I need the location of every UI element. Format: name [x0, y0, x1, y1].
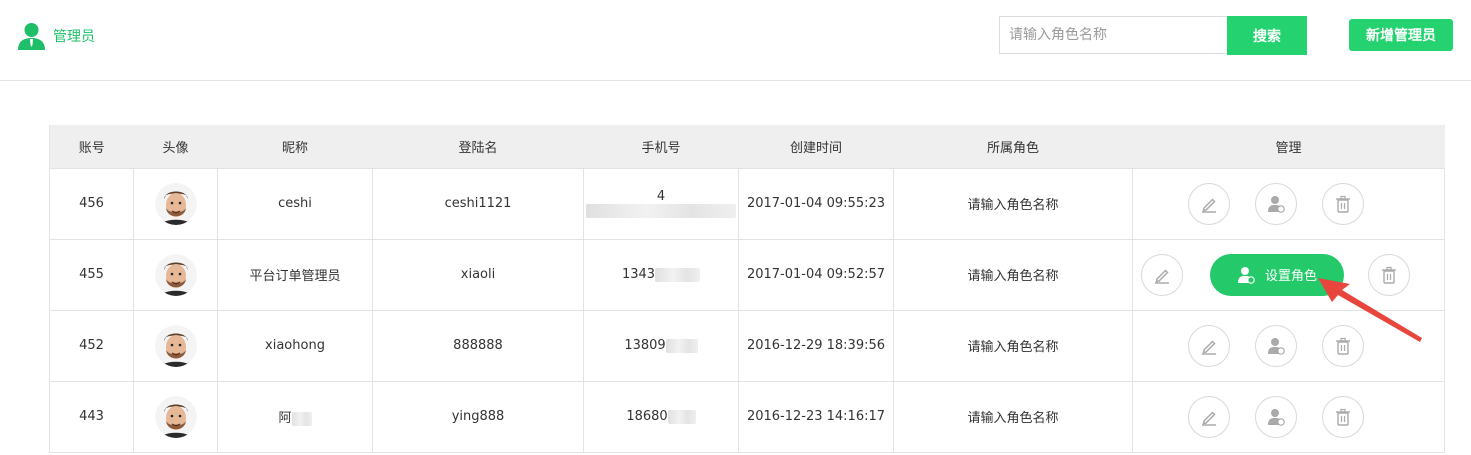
col-header-phone: 手机号	[583, 125, 739, 169]
page-title: 管理员	[53, 29, 95, 45]
col-header-created: 创建时间	[738, 125, 894, 169]
add-admin-button[interactable]: 新增管理员	[1349, 19, 1453, 51]
nickname-text: ceshi	[278, 196, 312, 211]
col-header-role: 所属角色	[893, 125, 1133, 169]
cell-avatar	[133, 238, 218, 311]
assign-role-button[interactable]	[1255, 324, 1297, 367]
nickname-text: 平台订单管理员	[249, 269, 341, 284]
cell-nickname: 平台订单管理员	[217, 238, 373, 311]
nickname-text: 阿	[278, 411, 292, 426]
top-bar: 管理员 搜索 新增管理员	[0, 0, 1471, 81]
redacted-mask	[291, 411, 312, 426]
redacted-mask	[667, 409, 696, 424]
cell-role: 请输入角色名称	[893, 167, 1133, 240]
nickname-text: xiaohong	[265, 338, 325, 353]
edit-button[interactable]	[1188, 182, 1230, 225]
table-row: 452 xiaohong 888888 13809 2016-12-29 18:…	[49, 309, 1445, 382]
cell-login: xiaoli	[372, 238, 584, 311]
table-row: 456 ceshi ceshi1121 4 2017-01-04 09:55:2…	[49, 167, 1445, 240]
cell-nickname: 阿	[217, 380, 373, 453]
cell-phone: 13809	[583, 309, 739, 382]
col-header-login: 登陆名	[372, 125, 584, 169]
cell-nickname: xiaohong	[217, 309, 373, 382]
table-row: 443 阿 ying888 18680 2016-12-23 14:16:17 …	[49, 380, 1445, 453]
col-header-manage: 管理	[1132, 125, 1445, 169]
cell-created: 2017-01-04 09:52:57	[738, 238, 894, 311]
phone-text: 1343	[621, 267, 656, 282]
table-header: 账号 头像 昵称 登陆名 手机号 创建时间 所属角色 管理	[49, 125, 1445, 169]
avatar	[154, 324, 197, 367]
redacted-mask	[655, 267, 701, 282]
cell-phone: 1343	[583, 238, 739, 311]
cell-avatar	[133, 309, 218, 382]
assign-role-button[interactable]	[1255, 182, 1297, 225]
col-header-account: 账号	[49, 125, 134, 169]
brand: 管理员	[18, 22, 95, 50]
cell-phone: 4	[583, 167, 739, 240]
trash-icon	[1336, 195, 1350, 213]
assign-role-icon	[1268, 195, 1285, 213]
search-button[interactable]: 搜索	[1227, 16, 1307, 55]
cell-account: 456	[49, 167, 134, 240]
cell-manage	[1132, 167, 1445, 240]
avatar	[154, 182, 197, 225]
cell-login: ceshi1121	[372, 167, 584, 240]
phone-text: 18680	[626, 409, 668, 424]
cell-created: 2016-12-29 18:39:56	[738, 309, 894, 382]
col-header-nickname: 昵称	[217, 125, 373, 169]
cell-avatar	[133, 167, 218, 240]
avatar	[154, 253, 197, 296]
edit-button[interactable]	[1188, 324, 1230, 367]
assign-role-icon	[1237, 266, 1255, 284]
cell-account: 455	[49, 238, 134, 311]
cell-phone: 18680	[583, 380, 739, 453]
cell-created: 2016-12-23 14:16:17	[738, 380, 894, 453]
assign-role-icon	[1268, 337, 1285, 355]
assign-role-icon	[1268, 408, 1285, 426]
redacted-mask	[665, 338, 698, 353]
edit-button[interactable]	[1188, 395, 1230, 438]
admin-table: 账号 头像 昵称 登陆名 手机号 创建时间 所属角色 管理 456 ceshi …	[49, 125, 1445, 453]
cell-login: ying888	[372, 380, 584, 453]
cell-login: 888888	[372, 309, 584, 382]
edit-icon	[1202, 410, 1216, 426]
assign-role-button[interactable]	[1255, 395, 1297, 438]
trash-icon	[1336, 408, 1350, 426]
cell-nickname: ceshi	[217, 167, 373, 240]
table-row: 455 平台订单管理员 xiaoli 1343 2017-01-04 09:52…	[49, 238, 1445, 311]
edit-icon	[1155, 268, 1169, 284]
edit-icon	[1202, 197, 1216, 213]
phone-text: 13809	[624, 338, 666, 353]
search-input[interactable]	[999, 16, 1227, 54]
cell-role: 请输入角色名称	[893, 309, 1133, 382]
redacted-mask	[586, 204, 736, 218]
cell-role: 请输入角色名称	[893, 380, 1133, 453]
cell-role: 请输入角色名称	[893, 238, 1133, 311]
cell-manage	[1132, 380, 1445, 453]
edit-button[interactable]	[1141, 253, 1183, 296]
col-header-avatar: 头像	[133, 125, 218, 169]
annotation-arrow	[1318, 278, 1422, 342]
cell-account: 443	[49, 380, 134, 453]
cell-created: 2017-01-04 09:55:23	[738, 167, 894, 240]
cell-account: 452	[49, 309, 134, 382]
delete-button[interactable]	[1322, 395, 1364, 438]
admin-user-icon	[18, 23, 45, 50]
cell-avatar	[133, 380, 218, 453]
phone-text: 4	[656, 188, 666, 204]
avatar	[154, 395, 197, 438]
edit-icon	[1202, 339, 1216, 355]
delete-button[interactable]	[1322, 182, 1364, 225]
